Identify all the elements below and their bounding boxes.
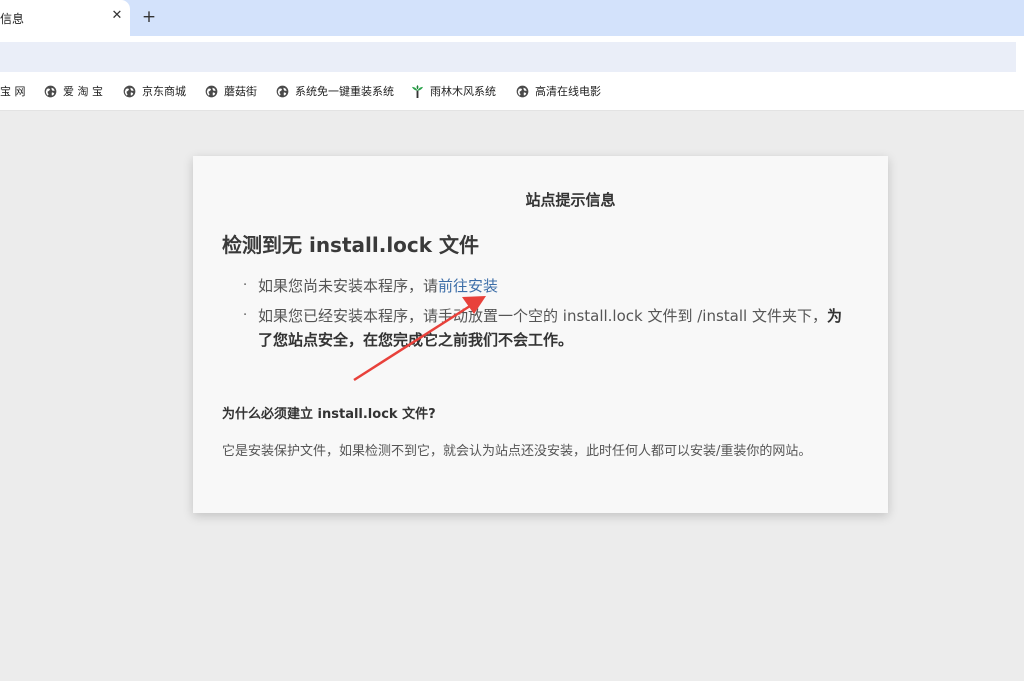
list-item: · 如果您已经安装本程序，请手动放置一个空的 install.lock 文件到 … xyxy=(243,304,853,352)
bookmark-mogujie[interactable]: 蘑菇街 xyxy=(205,83,257,99)
list-item: · 如果您尚未安装本程序，请前往安装 xyxy=(243,274,853,298)
list-item-text: 如果您已经安装本程序，请手动放置一个空的 install.lock 文件到 /i… xyxy=(258,307,827,325)
notice-card: 站点提示信息 检测到无 install.lock 文件 · 如果您尚未安装本程序… xyxy=(193,156,888,513)
tab-strip: 信息 ✕ + xyxy=(0,0,1024,36)
bookmark-label: 宝 网 xyxy=(0,85,26,98)
toolbar xyxy=(0,36,1024,72)
new-tab-button[interactable]: + xyxy=(140,7,158,27)
globe-icon xyxy=(205,85,218,97)
bookmark-label: 系统免一键重装系统 xyxy=(295,85,394,98)
globe-icon xyxy=(276,85,289,97)
bookmark-taobao[interactable]: 宝 网 xyxy=(0,83,26,99)
globe-icon xyxy=(44,85,57,97)
bullet: · xyxy=(243,278,248,293)
bullet: · xyxy=(243,308,248,323)
bookmark-ai-taobao[interactable]: 爱 淘 宝 xyxy=(44,83,103,99)
bookmark-hd-movies[interactable]: 高清在线电影 xyxy=(516,83,601,99)
instruction-list: · 如果您尚未安装本程序，请前往安装 · 如果您已经安装本程序，请手动放置一个空… xyxy=(243,274,853,358)
page-title: 检测到无 install.lock 文件 xyxy=(222,233,480,257)
faq-answer: 它是安装保护文件，如果检测不到它，就会认为站点还没安装，此时任何人都可以安装/重… xyxy=(222,444,812,459)
globe-icon xyxy=(123,85,136,97)
bookmark-label: 爱 淘 宝 xyxy=(63,85,103,98)
tab-title: 信息 xyxy=(0,12,25,26)
bookmark-label: 蘑菇街 xyxy=(224,85,257,98)
bookmark-jd[interactable]: 京东商城 xyxy=(123,83,186,99)
address-bar[interactable] xyxy=(0,42,1016,72)
bookmarks-bar: 宝 网 爱 淘 宝 京东商城 蘑菇街 系统免一键重装系统 雨林木风系统 高清在线… xyxy=(0,72,1024,111)
list-item-text: 如果您尚未安装本程序，请 xyxy=(258,277,439,295)
install-link[interactable]: 前往安装 xyxy=(438,277,498,295)
bookmark-system-reinstall[interactable]: 系统免一键重装系统 xyxy=(276,83,394,99)
active-tab[interactable]: 信息 ✕ xyxy=(0,0,130,36)
bookmark-ylmf[interactable]: 雨林木风系统 xyxy=(411,83,496,99)
tree-icon xyxy=(411,84,424,98)
faq-question: 为什么必须建立 install.lock 文件? xyxy=(222,407,436,422)
bookmark-label: 京东商城 xyxy=(142,85,186,98)
globe-icon xyxy=(516,85,529,97)
bookmark-label: 高清在线电影 xyxy=(535,85,601,98)
bookmark-label: 雨林木风系统 xyxy=(430,85,496,98)
card-heading: 站点提示信息 xyxy=(525,191,616,209)
tab-close-icon[interactable]: ✕ xyxy=(109,8,125,24)
